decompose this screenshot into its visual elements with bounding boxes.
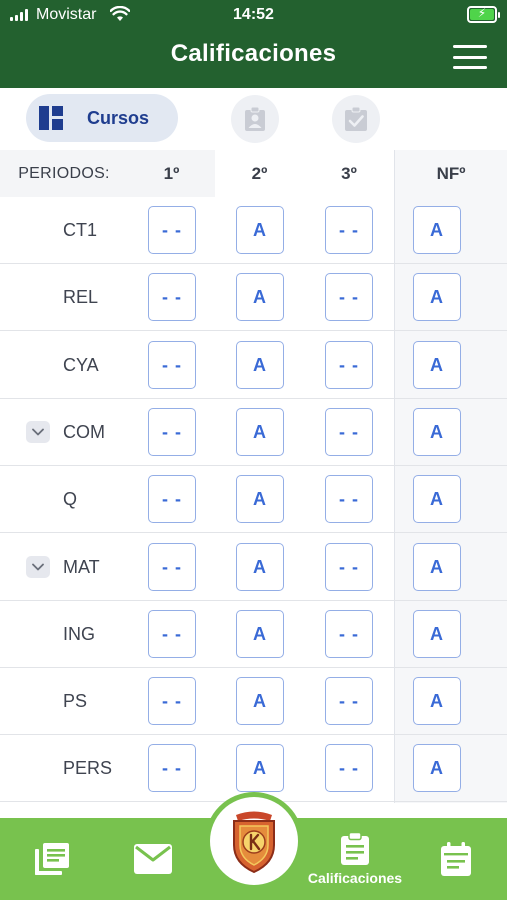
grade-period-3[interactable]: - - xyxy=(325,744,373,793)
grade-period-3[interactable]: - - xyxy=(325,206,373,254)
table-row: COM - - A - - A xyxy=(0,399,507,466)
nav-courses-button[interactable] xyxy=(22,818,82,900)
school-logo-button[interactable] xyxy=(205,792,303,890)
periods-header-row: PERIODOS: 1º 2º 3º NFº xyxy=(0,150,507,197)
tab-cursos-label: Cursos xyxy=(87,107,150,128)
dashboard-icon xyxy=(39,106,63,130)
page-title: Calificaciones xyxy=(170,40,337,67)
course-name: CT1 xyxy=(63,220,98,240)
period-header-nf: NFº xyxy=(394,150,507,197)
table-row: ING - - A - - A xyxy=(0,601,507,668)
grade-final[interactable]: A xyxy=(413,744,461,793)
battery-icon: ⚡ xyxy=(467,6,500,23)
nav-grades-button[interactable]: Calificaciones xyxy=(300,818,410,900)
app-header: Movistar 14:52 ⚡ Calificaciones xyxy=(0,0,507,88)
period-header-2: 2º xyxy=(251,164,268,183)
tab-tasks[interactable] xyxy=(332,95,380,143)
chevron-down-icon xyxy=(32,563,44,570)
grade-final[interactable]: A xyxy=(413,609,461,658)
course-name: PERS xyxy=(63,758,113,779)
table-row: PS - - A - - A xyxy=(0,668,507,736)
grade-period-1[interactable]: - - xyxy=(148,407,196,456)
grade-period-2[interactable]: A xyxy=(236,340,284,389)
clipboard-list-icon xyxy=(341,832,369,865)
grade-period-1[interactable]: - - xyxy=(148,609,196,658)
grade-period-2[interactable]: A xyxy=(236,475,284,524)
course-name: CYA xyxy=(63,354,99,375)
table-row: Q- -A- -A xyxy=(0,466,507,534)
table-row: CYA - - A - - A xyxy=(0,332,507,399)
table-row: CT1 - - A - - A xyxy=(0,197,507,264)
grade-period-3[interactable]: - - xyxy=(325,542,373,591)
grade-period-2[interactable]: A xyxy=(236,206,284,254)
id-badge-icon xyxy=(245,106,265,131)
tab-cursos[interactable]: Cursos xyxy=(26,94,178,142)
course-name: MAT xyxy=(63,556,100,577)
chevron-down-icon xyxy=(32,428,44,436)
school-crest-logo xyxy=(233,811,275,873)
menu-line xyxy=(453,66,487,69)
grade-period-1[interactable]: - - xyxy=(148,273,196,322)
grade-final[interactable]: A xyxy=(413,475,461,524)
nav-calendar-button[interactable] xyxy=(426,818,486,900)
school-logo-container xyxy=(210,797,298,885)
grade-period-3[interactable]: - - xyxy=(325,340,373,389)
grade-period-2[interactable]: A xyxy=(236,407,284,456)
grade-period-1[interactable]: - - xyxy=(148,206,196,254)
grade-period-2[interactable]: A xyxy=(236,273,284,322)
period-header-1: 1º xyxy=(128,150,215,197)
hamburger-menu-button[interactable] xyxy=(453,45,487,69)
menu-line xyxy=(453,45,487,48)
grade-final[interactable]: A xyxy=(413,273,461,322)
grade-period-2[interactable]: A xyxy=(236,609,284,658)
grade-period-3[interactable]: - - xyxy=(325,273,373,322)
grade-final[interactable]: A xyxy=(413,677,461,726)
tab-student[interactable] xyxy=(231,95,279,143)
table-row: REL - - A - - A xyxy=(0,264,507,332)
grade-period-1[interactable]: - - xyxy=(148,475,196,524)
clipboard-check-icon xyxy=(345,106,367,131)
course-name: REL xyxy=(63,287,99,308)
grade-final[interactable]: A xyxy=(413,206,461,254)
nav-grades-label: Calificaciones xyxy=(307,870,403,886)
grade-period-1[interactable]: - - xyxy=(148,744,196,793)
grade-period-2[interactable]: A xyxy=(236,677,284,726)
course-name: Q xyxy=(63,489,78,510)
book-stack-icon xyxy=(35,843,69,875)
grade-period-2[interactable]: A xyxy=(236,542,284,591)
grade-period-2[interactable]: A xyxy=(236,744,284,793)
view-tabs: Cursos xyxy=(0,88,507,150)
calendar-icon xyxy=(441,842,471,876)
period-header-3: 3º xyxy=(341,164,357,183)
grade-period-1[interactable]: - - xyxy=(148,542,196,591)
grade-final[interactable]: A xyxy=(413,542,461,591)
grade-period-1[interactable]: - - xyxy=(148,340,196,389)
grade-final[interactable]: A xyxy=(413,407,461,456)
course-name: ING xyxy=(63,623,96,644)
menu-line xyxy=(453,55,487,59)
grade-period-1[interactable]: - - xyxy=(148,677,196,726)
course-name: PS xyxy=(63,691,88,712)
table-row: MAT - - A - - A xyxy=(0,534,507,601)
grade-period-3[interactable]: - - xyxy=(325,475,373,524)
course-name: COM xyxy=(63,421,105,442)
grade-period-3[interactable]: - - xyxy=(325,677,373,726)
nav-messages-button[interactable] xyxy=(123,818,183,900)
status-time: 14:52 xyxy=(233,6,274,23)
grade-final[interactable]: A xyxy=(413,340,461,389)
mail-icon xyxy=(134,844,172,874)
periods-label: PERIODOS: xyxy=(0,150,128,197)
grade-period-3[interactable]: - - xyxy=(325,407,373,456)
expand-chevron-button[interactable] xyxy=(26,555,50,578)
grade-period-3[interactable]: - - xyxy=(325,609,373,658)
expand-chevron-button[interactable] xyxy=(26,420,50,443)
status-bar: Movistar 14:52 ⚡ xyxy=(0,0,507,30)
